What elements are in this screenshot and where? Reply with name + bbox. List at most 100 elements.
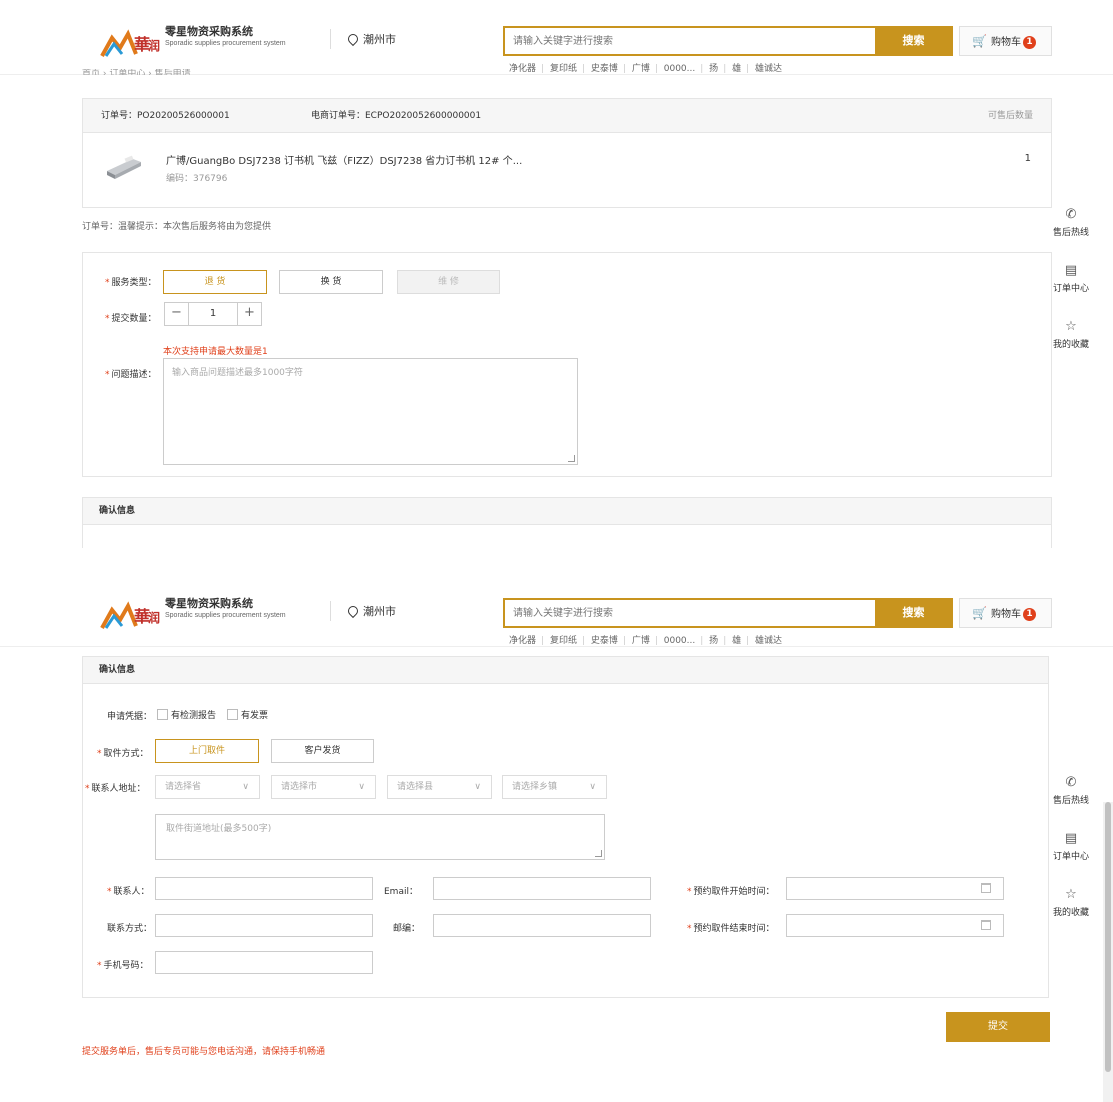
phone-input[interactable] xyxy=(155,914,373,937)
cart-icon: 🛒 xyxy=(972,34,987,48)
cart-button[interactable]: 🛒 购物车 1 xyxy=(959,26,1052,56)
search-input[interactable] xyxy=(505,600,875,626)
hot-keyword[interactable]: 雄诚达 xyxy=(755,64,782,74)
contact-name-input[interactable] xyxy=(155,877,373,900)
province-select[interactable]: 请选择省 ∨ xyxy=(155,775,260,799)
hot-keyword[interactable]: 雄 xyxy=(732,64,741,74)
phone-icon: ✆ xyxy=(1065,775,1077,790)
contact-label: * 联系人： xyxy=(107,884,150,897)
cart-icon: 🛒 xyxy=(972,606,987,620)
town-select[interactable]: 请选择乡镇 ∨ xyxy=(502,775,607,799)
email-input[interactable] xyxy=(433,877,651,900)
label-text: 问题描述： xyxy=(111,370,157,380)
header-divider xyxy=(330,601,331,621)
service-form: * 服务类型： 退 货 换 货 维 修 * 提交数量： − 1 + 本次支持申请最大… xyxy=(82,252,1052,477)
refundable-qty: 1 xyxy=(1024,153,1031,164)
hot-keyword[interactable]: 0000... xyxy=(664,64,696,74)
start-time-picker[interactable] xyxy=(786,877,1004,900)
float-item-orders[interactable]: ▤ 订单中心 xyxy=(1045,821,1097,877)
cart-label: 购物车 xyxy=(990,609,1021,620)
resize-handle[interactable] xyxy=(568,455,575,462)
confirm-info-title: 确认信息 xyxy=(83,657,1048,684)
proof-option-invoice[interactable]: 有发票 xyxy=(227,708,268,721)
search-button[interactable]: 搜索 xyxy=(875,598,952,628)
float-item-hotline[interactable]: ✆ 售后热线 xyxy=(1045,765,1097,821)
cart-label: 购物车 xyxy=(990,37,1021,48)
end-time-label: * 预约取件结束时间： xyxy=(687,921,775,934)
svg-text:润: 润 xyxy=(148,610,160,625)
hot-keyword[interactable]: 广博 xyxy=(632,64,650,74)
required-mark: * xyxy=(107,887,112,897)
city-selector[interactable]: 潮州市 xyxy=(345,31,396,47)
address-label: * 联系人地址： xyxy=(85,781,146,794)
brand-logo-icon: 華 润 xyxy=(100,601,160,629)
hot-keyword[interactable]: 雄诚达 xyxy=(755,636,782,646)
screenshot-top: 華 润 零星物资采购系统 Sporadic supplies procureme… xyxy=(0,0,1113,548)
scrollbar-thumb[interactable] xyxy=(1105,802,1111,1072)
search-input[interactable] xyxy=(505,28,875,54)
float-item-favorites[interactable]: ☆ 我的收藏 xyxy=(1045,309,1097,365)
system-name: 零星物资采购系统 Sporadic supplies procurement s… xyxy=(165,25,286,49)
required-mark: * xyxy=(97,749,102,759)
hot-keyword[interactable]: 净化器 xyxy=(509,64,536,74)
system-subtitle: Sporadic supplies procurement system xyxy=(165,612,286,619)
proof-option-report[interactable]: 有检测报告 xyxy=(157,708,216,721)
float-item-hotline[interactable]: ✆ 售后热线 xyxy=(1045,197,1097,253)
float-item-orders[interactable]: ▤ 订单中心 xyxy=(1045,253,1097,309)
search-button[interactable]: 搜索 xyxy=(875,26,952,56)
hot-keyword[interactable]: 雄 xyxy=(732,636,741,646)
increment-button[interactable]: + xyxy=(237,303,261,325)
city-name: 潮州市 xyxy=(363,605,396,618)
qty-label: * 提交数量： xyxy=(105,311,157,324)
float-item-label: 我的收藏 xyxy=(1052,908,1089,918)
hot-keyword[interactable]: 广博 xyxy=(632,636,650,646)
hot-keyword[interactable]: 史泰博 xyxy=(591,636,618,646)
mobile-input[interactable] xyxy=(155,951,373,974)
hot-keyword[interactable]: 扬 xyxy=(709,64,718,74)
checkbox[interactable] xyxy=(227,709,238,720)
problem-description-textarea[interactable]: 输入商品问题描述最多1000字符 xyxy=(163,358,578,465)
chevron-down-icon: ∨ xyxy=(242,782,249,792)
service-type-repair[interactable]: 维 修 xyxy=(397,270,500,294)
float-item-label: 我的收藏 xyxy=(1052,340,1089,350)
street-address-textarea[interactable]: 取件街道地址(最多500字) xyxy=(155,814,605,860)
document-icon: ▤ xyxy=(1064,263,1078,278)
product-code: 编码：376796 xyxy=(166,174,228,184)
resize-handle[interactable] xyxy=(595,850,602,857)
order-info-box: 订单号：PO20200526000001 电商订单号：ECPO202005260… xyxy=(82,98,1052,208)
product-row: 广博/GuangBo DSJ7238 订书机 飞兹（FIZZ）DSJ7238 省… xyxy=(83,133,1051,207)
hot-keyword[interactable]: 净化器 xyxy=(509,636,536,646)
city-selector[interactable]: 潮州市 xyxy=(345,603,396,619)
quantity-value[interactable]: 1 xyxy=(189,303,237,325)
quantity-stepper: − 1 + xyxy=(164,302,262,326)
star-icon: ☆ xyxy=(1065,319,1077,334)
pickup-customer-ship[interactable]: 客户发货 xyxy=(271,739,374,763)
submit-button[interactable]: 提交 xyxy=(946,1012,1050,1042)
hot-keyword[interactable]: 复印纸 xyxy=(550,636,577,646)
county-select[interactable]: 请选择县 ∨ xyxy=(387,775,492,799)
page-scrollbar[interactable] xyxy=(1103,802,1113,1102)
decrement-button[interactable]: − xyxy=(165,303,189,325)
hot-keyword[interactable]: 扬 xyxy=(709,636,718,646)
cart-button[interactable]: 🛒 购物车 1 xyxy=(959,598,1052,628)
service-type-return[interactable]: 退 货 xyxy=(163,270,267,294)
order-number: 订单号：PO20200526000001 xyxy=(101,111,230,121)
city-select[interactable]: 请选择市 ∨ xyxy=(271,775,376,799)
phone-icon: ✆ xyxy=(1065,207,1077,222)
checkbox-label: 有发票 xyxy=(241,711,269,721)
checkbox[interactable] xyxy=(157,709,168,720)
float-item-label: 售后热线 xyxy=(1052,228,1089,238)
hot-keywords: 净化器 | 复印纸 | 史泰博 | 广博 | 0000... | 扬 | 雄 | 雄诚达 xyxy=(509,636,783,646)
hot-keyword[interactable]: 复印纸 xyxy=(550,64,577,74)
service-type-exchange[interactable]: 换 货 xyxy=(279,270,383,294)
product-name[interactable]: 广博/GuangBo DSJ7238 订书机 飞兹（FIZZ）DSJ7238 省… xyxy=(166,152,522,167)
cart-count-badge: 1 xyxy=(1022,36,1036,49)
breadcrumb: 首页 › 订单中心 › 售后申请 xyxy=(82,69,191,75)
float-item-favorites[interactable]: ☆ 我的收藏 xyxy=(1045,877,1097,933)
hot-keyword[interactable]: 0000... xyxy=(664,636,696,646)
hot-keyword[interactable]: 史泰博 xyxy=(591,64,618,74)
pickup-door[interactable]: 上门取件 xyxy=(155,739,259,763)
end-time-picker[interactable] xyxy=(786,914,1004,937)
system-name: 零星物资采购系统 Sporadic supplies procurement s… xyxy=(165,597,286,621)
zip-input[interactable] xyxy=(433,914,651,937)
